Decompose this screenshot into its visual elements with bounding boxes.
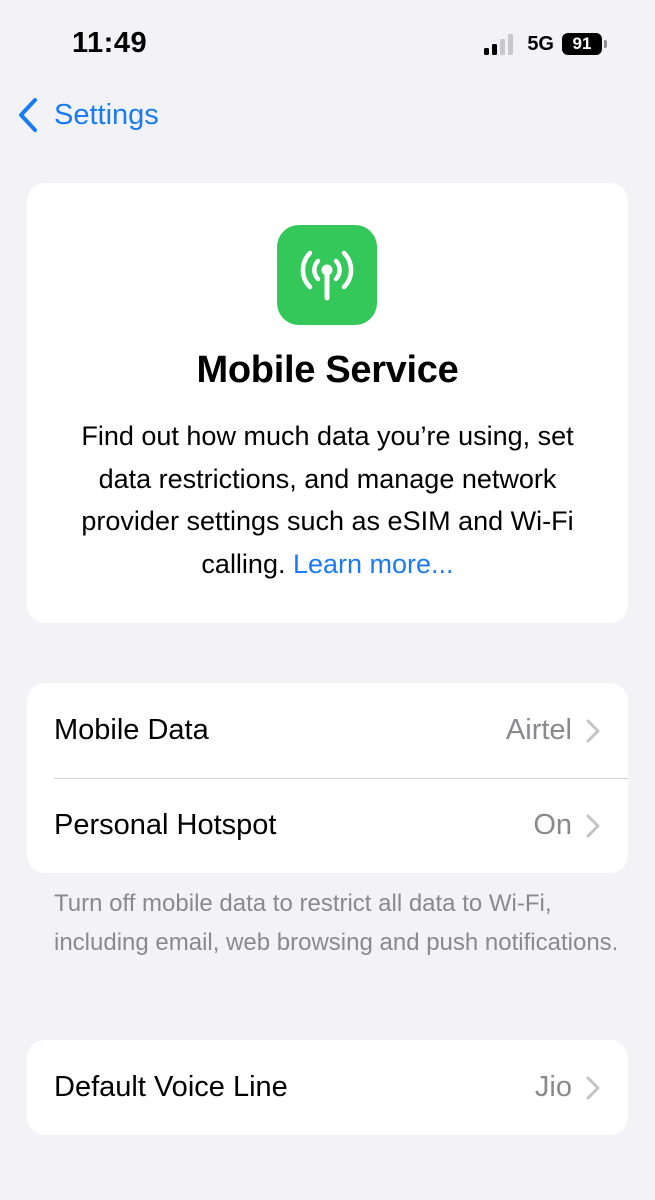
status-bar: 11:49 5G 91 (0, 0, 655, 90)
mobile-data-row[interactable]: Mobile Data Airtel (27, 683, 628, 778)
status-time: 11:49 (72, 27, 148, 59)
default-voice-line-label: Default Voice Line (54, 1071, 288, 1103)
chevron-left-icon (19, 98, 37, 132)
mobile-data-label: Mobile Data (54, 714, 209, 746)
back-button[interactable]: Settings (16, 95, 159, 135)
hero-description: Find out how much data you’re using, set… (57, 415, 598, 585)
personal-hotspot-row[interactable]: Personal Hotspot On (27, 778, 628, 873)
default-voice-line-row[interactable]: Default Voice Line Jio (27, 1040, 628, 1135)
chevron-right-icon (586, 719, 600, 743)
chevron-right-icon (586, 1076, 600, 1100)
battery-level: 91 (562, 33, 602, 55)
signal-strength-icon (484, 33, 514, 55)
mobile-service-info-card: Mobile Service Find out how much data yo… (27, 183, 628, 623)
learn-more-link[interactable]: Learn more... (293, 549, 454, 579)
chevron-right-icon (586, 814, 600, 838)
personal-hotspot-value: On (533, 809, 572, 841)
mobile-service-screen: 11:49 5G 91 Settings Mobile Service Find… (0, 0, 655, 1200)
mobile-data-settings-group: Mobile Data Airtel Personal Hotspot On (27, 683, 628, 873)
mobile-data-value: Airtel (505, 714, 572, 746)
battery-icon: 91 (562, 33, 607, 55)
page-title: Mobile Service (196, 349, 459, 391)
status-indicators: 5G 91 (484, 32, 607, 56)
network-type: 5G (527, 32, 554, 55)
personal-hotspot-label: Personal Hotspot (54, 809, 277, 841)
antenna-icon (277, 225, 377, 325)
voice-line-settings-group: Default Voice Line Jio (27, 1040, 628, 1135)
mobile-data-footer-note: Turn off mobile data to restrict all dat… (54, 890, 619, 956)
default-voice-line-value: Jio (534, 1071, 572, 1103)
back-button-label: Settings (54, 98, 159, 131)
